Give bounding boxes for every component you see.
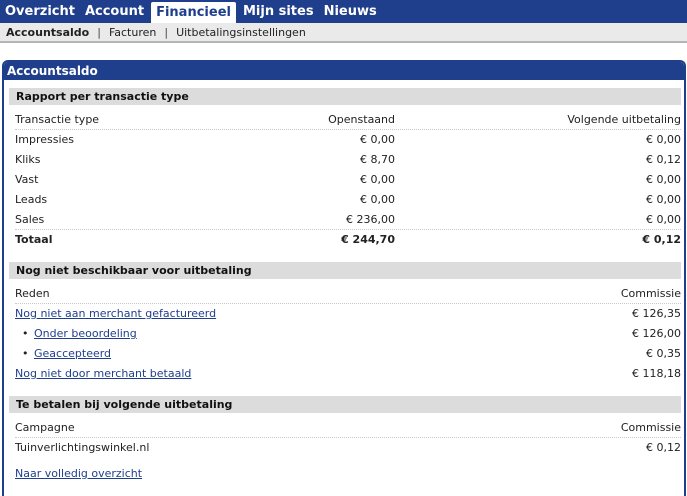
col-header-campagne: Campagne bbox=[15, 421, 75, 434]
subnav-separator: | bbox=[164, 25, 169, 39]
table-row: Leads € 0,00 € 0,00 bbox=[15, 190, 681, 210]
table-row: Vast € 0,00 € 0,00 bbox=[15, 170, 681, 190]
cell-type: Vast bbox=[15, 173, 39, 186]
col-header-commissie: Commissie bbox=[620, 287, 681, 300]
cell-commissie: € 0,12 bbox=[646, 441, 681, 454]
table-header-row: Reden Commissie bbox=[15, 284, 681, 304]
total-label: Totaal bbox=[15, 233, 53, 246]
col-header-reden: Reden bbox=[15, 287, 50, 300]
table-row: Kliks € 8,70 € 0,12 bbox=[15, 150, 681, 170]
link-niet-gefactureerd[interactable]: Nog niet aan merchant gefactureerd bbox=[15, 304, 216, 324]
cell-openstaand: € 0,00 bbox=[360, 193, 395, 206]
cell-commissie: € 126,00 bbox=[632, 327, 681, 340]
table-row: • Geaccepteerd € 0,35 bbox=[15, 344, 681, 364]
bullet-icon: • bbox=[22, 327, 29, 340]
total-row: Totaal € 244,70 € 0,12 bbox=[15, 230, 681, 250]
panel-title: Accountsaldo bbox=[4, 62, 684, 80]
table-header-row: Campagne Commissie bbox=[15, 418, 681, 438]
cell-commissie: € 126,35 bbox=[632, 307, 681, 320]
section-header-niet-beschikbaar: Nog niet beschikbaar voor uitbetaling bbox=[9, 262, 681, 279]
table-row: Sales € 236,00 € 0,00 bbox=[15, 210, 681, 230]
section-header-te-betalen: Te betalen bij volgende uitbetaling bbox=[9, 396, 681, 413]
link-geaccepteerd[interactable]: Geaccepteerd bbox=[34, 344, 111, 364]
cell-type: Impressies bbox=[15, 133, 75, 146]
table-row: Impressies € 0,00 € 0,00 bbox=[15, 130, 681, 150]
cell-commissie: € 0,35 bbox=[646, 347, 681, 360]
cell-type: Sales bbox=[15, 213, 45, 226]
sub-navigation: Accountsaldo | Facturen | Uitbetalingsin… bbox=[0, 23, 687, 43]
cell-openstaand: € 8,70 bbox=[360, 153, 395, 166]
total-openstaand: € 244,70 bbox=[341, 233, 395, 246]
tab-account[interactable]: Account bbox=[80, 0, 149, 23]
cell-volgende: € 0,00 bbox=[646, 193, 681, 206]
table-row: Nog niet door merchant betaald € 118,18 bbox=[15, 364, 681, 384]
cell-type: Leads bbox=[15, 193, 48, 206]
cell-openstaand: € 0,00 bbox=[360, 133, 395, 146]
section-header-rapport: Rapport per transactie type bbox=[9, 88, 681, 105]
cell-openstaand: € 0,00 bbox=[360, 173, 395, 186]
bullet-icon: • bbox=[22, 347, 29, 360]
subnav-accountsaldo[interactable]: Accountsaldo bbox=[6, 26, 89, 39]
cell-volgende: € 0,00 bbox=[646, 213, 681, 226]
col-header-openstaand: Openstaand bbox=[328, 113, 395, 126]
top-navigation: Overzicht Account Financieel Mijn sites … bbox=[0, 0, 687, 23]
tab-mijn-sites[interactable]: Mijn sites bbox=[238, 0, 319, 23]
table-row: Tuinverlichtingswinkel.nl € 0,12 bbox=[15, 438, 681, 458]
tab-nieuws[interactable]: Nieuws bbox=[319, 0, 382, 23]
footer-row: Naar volledig overzicht bbox=[15, 464, 681, 484]
table-row: • Onder beoordeling € 126,00 bbox=[15, 324, 681, 344]
col-header-commissie: Commissie bbox=[620, 421, 681, 434]
tab-financieel[interactable]: Financieel bbox=[151, 2, 236, 23]
cell-commissie: € 118,18 bbox=[632, 367, 681, 380]
link-niet-betaald[interactable]: Nog niet door merchant betaald bbox=[15, 364, 191, 384]
table-row: Nog niet aan merchant gefactureerd € 126… bbox=[15, 304, 681, 324]
subnav-separator: | bbox=[97, 25, 101, 39]
cell-openstaand: € 236,00 bbox=[346, 213, 395, 226]
tab-overzicht[interactable]: Overzicht bbox=[0, 0, 80, 23]
col-header-transactie-type: Transactie type bbox=[15, 113, 100, 126]
link-volledig-overzicht[interactable]: Naar volledig overzicht bbox=[15, 464, 142, 484]
total-volgende: € 0,12 bbox=[642, 233, 681, 246]
subnav-facturen[interactable]: Facturen bbox=[109, 26, 156, 39]
cell-volgende: € 0,00 bbox=[646, 173, 681, 186]
col-header-volgende-uitbetaling: Volgende uitbetaling bbox=[567, 113, 681, 126]
cell-volgende: € 0,12 bbox=[646, 153, 681, 166]
cell-campagne: Tuinverlichtingswinkel.nl bbox=[15, 441, 150, 454]
cell-volgende: € 0,00 bbox=[646, 133, 681, 146]
accountsaldo-panel: Accountsaldo Rapport per transactie type… bbox=[2, 60, 686, 496]
cell-type: Kliks bbox=[15, 153, 41, 166]
link-onder-beoordeling[interactable]: Onder beoordeling bbox=[34, 324, 137, 344]
table-header-row: Transactie type Openstaand Volgende uitb… bbox=[15, 110, 681, 130]
subnav-uitbetalingsinstellingen[interactable]: Uitbetalingsinstellingen bbox=[176, 26, 306, 39]
